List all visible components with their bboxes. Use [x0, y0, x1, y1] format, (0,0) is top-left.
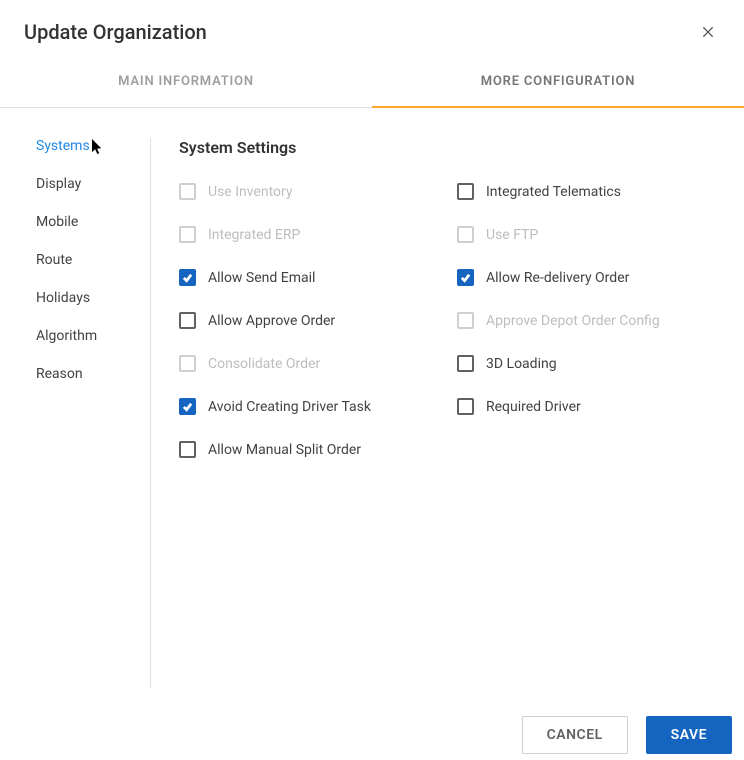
checkbox-label: Use Inventory	[208, 184, 293, 200]
setting-3d-loading: 3D Loading	[457, 355, 744, 372]
sidebar: Systems Display Mobile Route Holidays Al…	[36, 138, 151, 688]
setting-integrated-telematics: Integrated Telematics	[457, 183, 744, 200]
checkbox-approve-depot	[457, 312, 474, 329]
tab-main-information[interactable]: MAIN INFORMATION	[0, 56, 372, 107]
tab-more-configuration[interactable]: MORE CONFIGURATION	[372, 56, 744, 107]
section-title: System Settings	[179, 138, 744, 157]
sidebar-item-label: Reason	[36, 366, 83, 382]
checkbox-label: Integrated Telematics	[486, 184, 621, 200]
setting-allow-manual-split: Allow Manual Split Order	[179, 441, 457, 458]
main-panel: System Settings Use Inventory Integrated…	[151, 138, 744, 688]
sidebar-item-holidays[interactable]: Holidays	[36, 290, 140, 306]
checkbox-label: Allow Manual Split Order	[208, 442, 361, 458]
setting-allow-approve-order: Allow Approve Order	[179, 312, 457, 329]
sidebar-item-label: Mobile	[36, 214, 78, 230]
checkbox-consolidate-order	[179, 355, 196, 372]
footer: CANCEL SAVE	[522, 716, 732, 754]
setting-allow-send-email: Allow Send Email	[179, 269, 457, 286]
cursor-icon	[92, 139, 105, 156]
sidebar-item-reason[interactable]: Reason	[36, 366, 140, 382]
dialog-header: Update Organization	[0, 0, 744, 56]
setting-integrated-erp: Integrated ERP	[179, 226, 457, 243]
checkbox-allow-send-email[interactable]	[179, 269, 196, 286]
checkbox-use-ftp	[457, 226, 474, 243]
checkbox-3d-loading[interactable]	[457, 355, 474, 372]
checkbox-integrated-erp	[179, 226, 196, 243]
checkbox-label: Avoid Creating Driver Task	[208, 399, 371, 415]
close-icon	[700, 24, 716, 40]
checkbox-avoid-driver-task[interactable]	[179, 398, 196, 415]
setting-required-driver: Required Driver	[457, 398, 744, 415]
sidebar-item-label: Systems	[36, 138, 90, 154]
sidebar-item-algorithm[interactable]: Algorithm	[36, 328, 140, 344]
checkbox-label: Use FTP	[486, 227, 538, 243]
sidebar-item-label: Holidays	[36, 290, 90, 306]
checkbox-use-inventory	[179, 183, 196, 200]
checkbox-label: 3D Loading	[486, 356, 557, 372]
sidebar-item-display[interactable]: Display	[36, 176, 140, 192]
close-button[interactable]	[696, 20, 720, 44]
tab-bar: MAIN INFORMATION MORE CONFIGURATION	[0, 56, 744, 108]
checkbox-label: Allow Approve Order	[208, 313, 335, 329]
checkbox-allow-manual-split[interactable]	[179, 441, 196, 458]
setting-approve-depot: Approve Depot Order Config	[457, 312, 744, 329]
checkbox-required-driver[interactable]	[457, 398, 474, 415]
cancel-button[interactable]: CANCEL	[522, 716, 628, 754]
sidebar-item-mobile[interactable]: Mobile	[36, 214, 140, 230]
checkbox-label: Consolidate Order	[208, 356, 320, 372]
save-button[interactable]: SAVE	[646, 716, 732, 754]
setting-allow-redelivery: Allow Re-delivery Order	[457, 269, 744, 286]
settings-grid: Use Inventory Integrated Telematics Inte…	[179, 183, 744, 458]
checkbox-label: Allow Re-delivery Order	[486, 270, 629, 286]
checkbox-integrated-telematics[interactable]	[457, 183, 474, 200]
checkbox-label: Integrated ERP	[208, 227, 300, 243]
checkbox-label: Required Driver	[486, 399, 581, 415]
setting-use-inventory: Use Inventory	[179, 183, 457, 200]
setting-consolidate-order: Consolidate Order	[179, 355, 457, 372]
checkbox-label: Approve Depot Order Config	[486, 313, 660, 329]
sidebar-item-label: Route	[36, 252, 72, 268]
checkbox-allow-redelivery[interactable]	[457, 269, 474, 286]
sidebar-item-systems[interactable]: Systems	[36, 138, 140, 154]
sidebar-item-label: Display	[36, 176, 81, 192]
sidebar-item-route[interactable]: Route	[36, 252, 140, 268]
checkbox-label: Allow Send Email	[208, 270, 315, 286]
dialog-title: Update Organization	[24, 20, 207, 44]
setting-avoid-driver-task: Avoid Creating Driver Task	[179, 398, 457, 415]
sidebar-item-label: Algorithm	[36, 328, 97, 344]
checkbox-allow-approve-order[interactable]	[179, 312, 196, 329]
content-area: Systems Display Mobile Route Holidays Al…	[0, 108, 744, 688]
setting-use-ftp: Use FTP	[457, 226, 744, 243]
